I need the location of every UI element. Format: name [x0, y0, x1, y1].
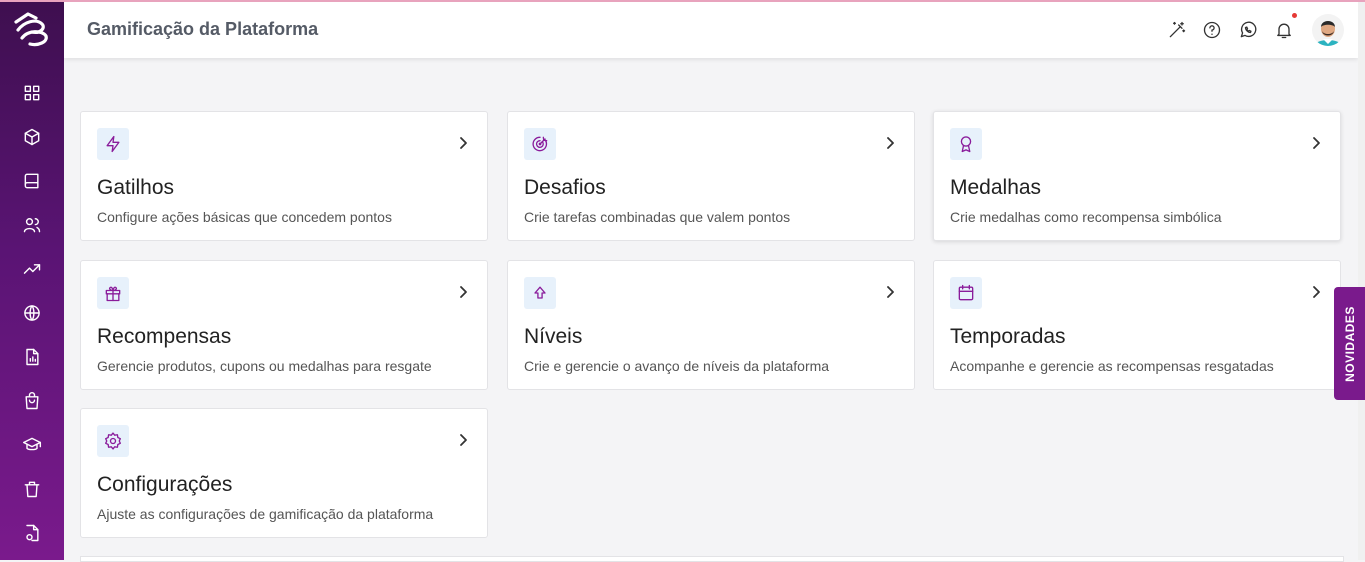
card-desafios[interactable]: Desafios Crie tarefas combinadas que val…	[507, 111, 915, 241]
gear-icon	[97, 425, 129, 457]
trash-icon[interactable]	[14, 471, 50, 507]
page-title: Gamificação da Plataforma	[87, 19, 319, 39]
card-configuracoes[interactable]: Configurações Ajuste as configurações de…	[80, 408, 488, 538]
chevron-right-icon	[884, 285, 896, 299]
file-settings-icon[interactable]	[14, 515, 50, 551]
book-icon[interactable]	[14, 163, 50, 199]
card-description: Crie medalhas como recompensa simbólica	[950, 209, 1222, 225]
target-icon	[524, 128, 556, 160]
card-description: Ajuste as configurações de gamificação d…	[97, 506, 434, 522]
card-title: Gatilhos	[97, 176, 175, 199]
magic-wand-icon[interactable]	[1166, 19, 1188, 41]
card-title: Níveis	[524, 325, 583, 348]
award-icon	[950, 128, 982, 160]
card-description: Acompanhe e gerencie as recompensas resg…	[950, 358, 1274, 374]
users-icon[interactable]	[14, 207, 50, 243]
lightning-icon	[97, 128, 129, 160]
sidebar	[0, 0, 64, 560]
trending-up-icon[interactable]	[14, 251, 50, 287]
card-title: Recompensas	[97, 325, 232, 348]
bottom-panel-edge	[80, 556, 1344, 562]
cube-icon[interactable]	[14, 119, 50, 155]
card-temporadas[interactable]: Temporadas Acompanhe e gerencie as recom…	[933, 260, 1341, 390]
card-medalhas[interactable]: Medalhas Crie medalhas como recompensa s…	[933, 111, 1341, 241]
arrow-up-icon	[524, 277, 556, 309]
card-description: Gerencie produtos, cupons ou medalhas pa…	[97, 358, 432, 374]
globe-icon[interactable]	[14, 295, 50, 331]
chevron-right-icon	[1310, 136, 1322, 150]
card-recompensas[interactable]: Recompensas Gerencie produtos, cupons ou…	[80, 260, 488, 390]
card-title: Medalhas	[950, 176, 1042, 199]
grid-icon[interactable]	[14, 75, 50, 111]
user-avatar[interactable]	[1312, 14, 1344, 46]
notification-bell-icon[interactable]	[1273, 13, 1297, 41]
brand-logo[interactable]	[8, 6, 56, 54]
novidades-label: NOVIDADES	[1342, 305, 1357, 382]
chevron-right-icon	[1310, 285, 1322, 299]
page-scrollbar[interactable]	[1358, 2, 1365, 560]
gift-icon	[97, 277, 129, 309]
card-description: Crie tarefas combinadas que valem pontos	[524, 209, 791, 225]
card-title: Configurações	[97, 473, 233, 496]
chevron-right-icon	[457, 285, 469, 299]
top-accent-line	[0, 0, 1365, 2]
card-description: Crie e gerencie o avanço de níveis da pl…	[524, 358, 830, 374]
graduation-cap-icon[interactable]	[14, 427, 50, 463]
novidades-tab[interactable]: NOVIDADES	[1334, 287, 1365, 400]
help-icon[interactable]	[1201, 19, 1223, 41]
card-title: Temporadas	[950, 325, 1066, 348]
card-title: Desafios	[524, 176, 606, 199]
chevron-right-icon	[457, 136, 469, 150]
card-description: Configure ações básicas que concedem pon…	[97, 209, 392, 225]
chevron-right-icon	[457, 433, 469, 447]
whatsapp-icon[interactable]	[1237, 19, 1259, 41]
card-niveis[interactable]: Níveis Crie e gerencie o avanço de nívei…	[507, 260, 915, 390]
top-header: Gamificação da Plataforma	[64, 2, 1358, 58]
shopping-bag-icon[interactable]	[14, 383, 50, 419]
card-gatilhos[interactable]: Gatilhos Configure ações básicas que con…	[80, 111, 488, 241]
report-icon[interactable]	[14, 339, 50, 375]
notification-dot	[1292, 13, 1297, 18]
chevron-right-icon	[884, 136, 896, 150]
calendar-icon	[950, 277, 982, 309]
